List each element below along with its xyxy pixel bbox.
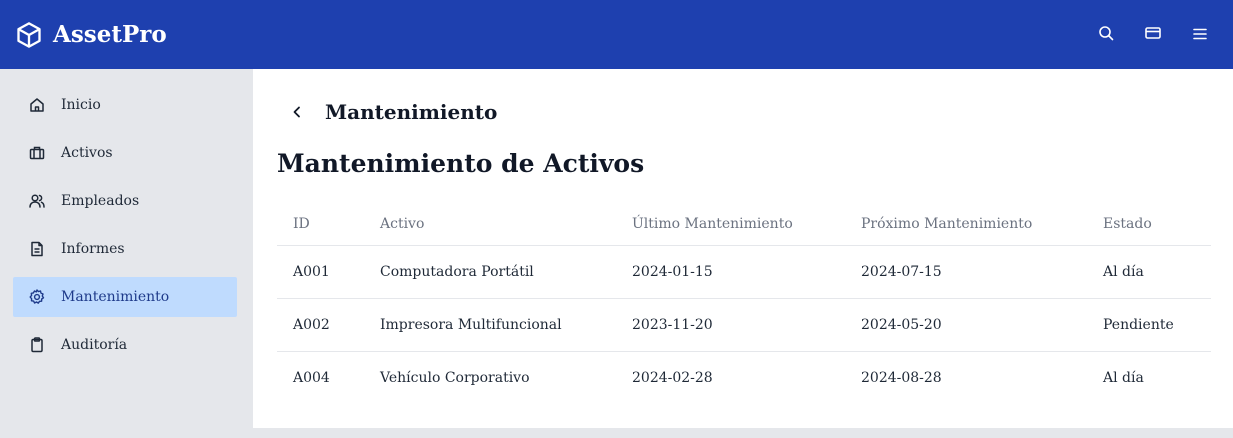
cell-id: A004 [293, 369, 330, 386]
sidebar-item-label: Informes [61, 241, 125, 257]
sidebar-item-informes[interactable]: Informes [13, 229, 237, 269]
clipboard-icon [28, 336, 46, 354]
cell-next-maintenance: 2024-08-28 [861, 369, 942, 386]
sidebar-item-mantenimiento[interactable]: Mantenimiento [13, 277, 237, 317]
breadcrumb: Mantenimiento [287, 99, 497, 125]
briefcase-icon [28, 144, 46, 162]
cube-icon [14, 20, 44, 50]
sidebar-item-label: Mantenimiento [61, 289, 170, 305]
search-button[interactable] [1091, 20, 1121, 50]
sidebar: Inicio Activos Empleados Informes Manten… [0, 69, 253, 438]
sidebar-item-label: Empleados [61, 193, 140, 209]
cell-next-maintenance: 2024-07-15 [845, 245, 1087, 299]
column-header-next-maintenance: Próximo Mantenimiento [845, 204, 1087, 246]
cell-asset: Impresora Multifuncional [364, 298, 616, 352]
breadcrumb-title: Mantenimiento [325, 100, 498, 124]
sidebar-item-activos[interactable]: Activos [13, 133, 237, 173]
cell-id: A002 [277, 298, 364, 352]
sidebar-item-label: Auditoría [61, 337, 128, 353]
brand[interactable]: AssetPro [14, 20, 167, 50]
sidebar-item-label: Activos [61, 145, 113, 161]
cell-status: Al día [1087, 245, 1211, 299]
top-actions [1074, 0, 1215, 69]
table-row[interactable]: A004 Vehículo Corporativo 2024-02-28 202… [277, 351, 1211, 404]
column-header-id: ID [277, 204, 364, 246]
main-content: Mantenimiento Mantenimiento de Activos I… [253, 69, 1233, 428]
sidebar-item-empleados[interactable]: Empleados [13, 181, 237, 221]
cell-status: Pendiente [1087, 298, 1211, 352]
cell-status: Al día [1103, 369, 1144, 386]
table-header-row: ID Activo Último Mantenimiento Próximo M… [277, 204, 1211, 246]
app-name: AssetPro [53, 21, 167, 48]
gear-icon [28, 288, 46, 306]
column-header-status: Estado [1087, 204, 1211, 246]
cell-asset: Vehículo Corporativo [380, 369, 530, 386]
credit-card-icon [1145, 25, 1161, 44]
cell-last-maintenance: 2024-01-15 [616, 245, 845, 299]
sidebar-item-inicio[interactable]: Inicio [13, 85, 237, 125]
cell-id: A001 [277, 245, 364, 299]
maintenance-table: ID Activo Último Mantenimiento Próximo M… [277, 204, 1211, 404]
sidebar-item-auditoria[interactable]: Auditoría [13, 325, 237, 365]
menu-button[interactable] [1185, 20, 1215, 50]
back-button[interactable] [287, 99, 307, 125]
page-title: Mantenimiento de Activos [277, 149, 645, 178]
chevron-left-icon [292, 103, 302, 122]
card-button[interactable] [1138, 20, 1168, 50]
sidebar-item-label: Inicio [61, 97, 101, 113]
document-icon [28, 240, 46, 258]
users-icon [28, 192, 46, 210]
top-bar: AssetPro [0, 0, 1233, 69]
menu-icon [1193, 25, 1207, 44]
table-row[interactable]: A001 Computadora Portátil 2024-01-15 202… [277, 245, 1211, 299]
table-row[interactable]: A002 Impresora Multifuncional 2023-11-20… [277, 298, 1211, 352]
column-header-last-maintenance: Último Mantenimiento [616, 204, 845, 246]
cell-last-maintenance: 2023-11-20 [616, 298, 845, 352]
cell-next-maintenance: 2024-05-20 [845, 298, 1087, 352]
cell-asset: Computadora Portátil [364, 245, 616, 299]
cell-last-maintenance: 2024-02-28 [632, 369, 713, 386]
home-icon [28, 96, 46, 114]
search-icon [1098, 25, 1114, 45]
column-header-asset: Activo [364, 204, 616, 246]
